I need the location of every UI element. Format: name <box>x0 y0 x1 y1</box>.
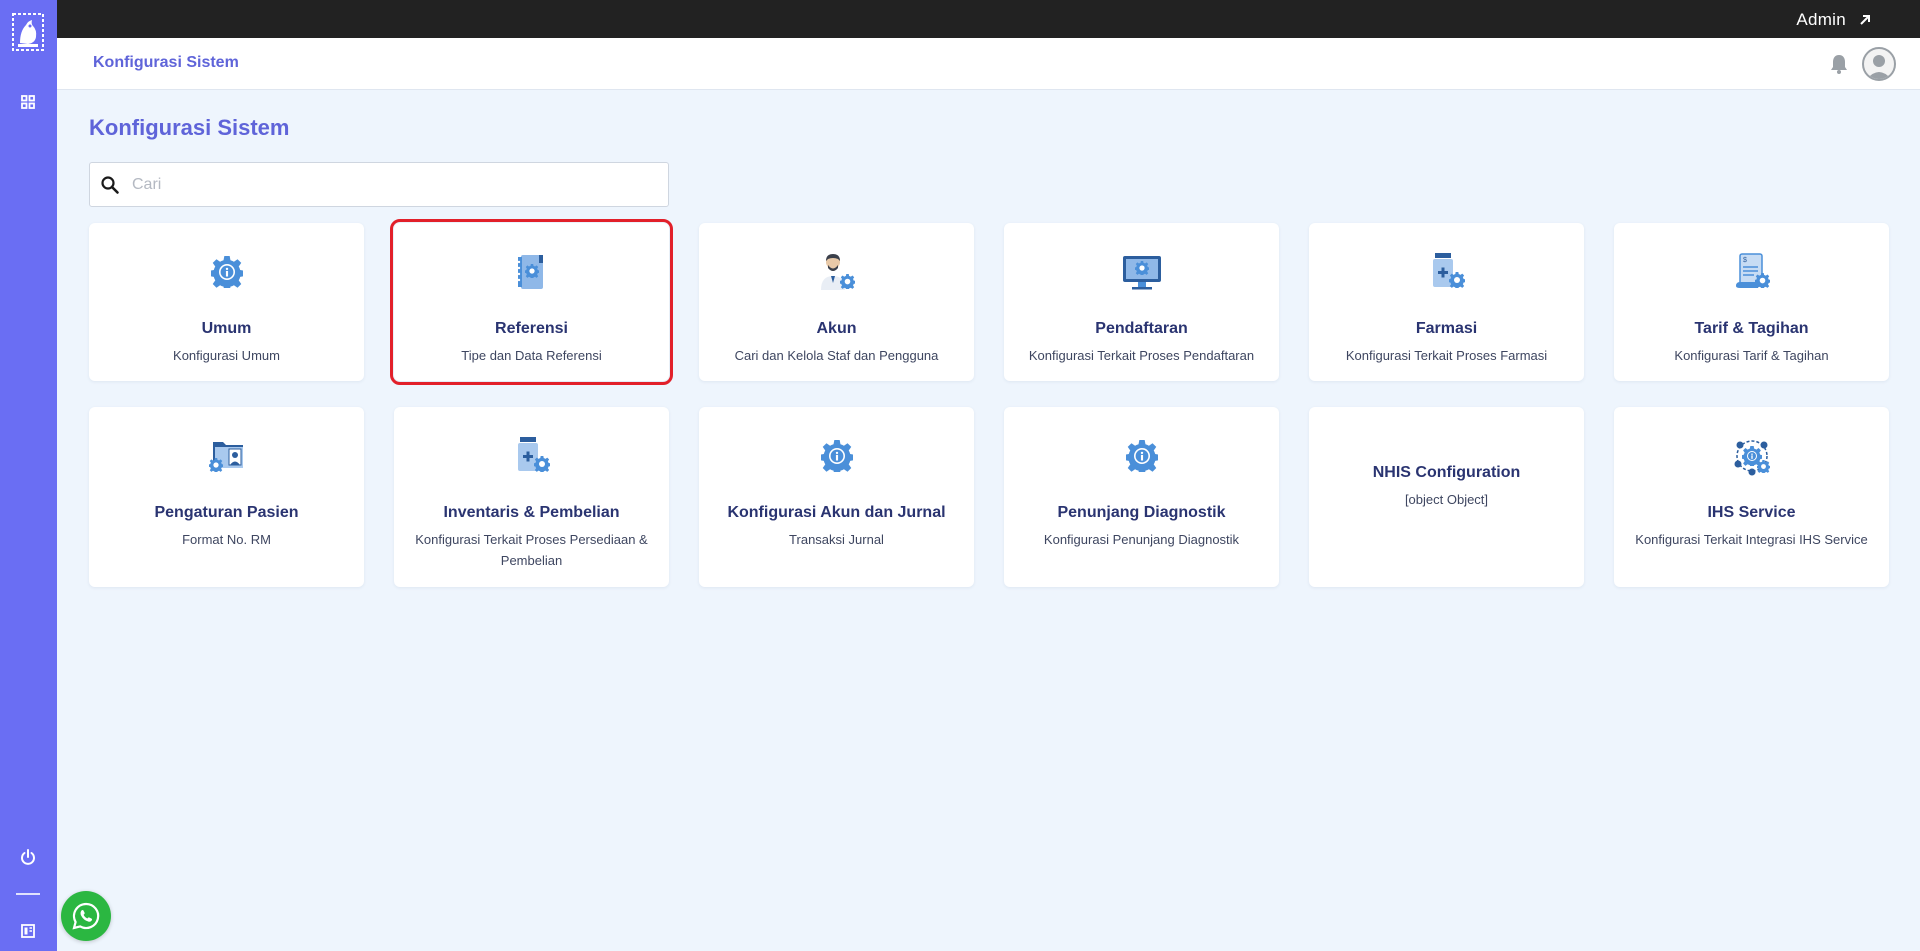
whatsapp-icon <box>72 902 100 930</box>
card-description: Konfigurasi Terkait Proses Farmasi <box>1345 348 1548 363</box>
card-tarif-tagihan[interactable]: $ Tarif & Tagihan Konfigurasi Tarif & Ta… <box>1614 223 1889 381</box>
book-gear-icon <box>517 255 543 289</box>
invoice-gear-icon: $ <box>1735 253 1770 288</box>
page-title: Konfigurasi Sistem <box>89 115 290 140</box>
card-title: IHS Service <box>1707 504 1796 521</box>
card-description: Format No. RM <box>182 532 271 547</box>
card-description: Konfigurasi Terkait Proses Persediaan & … <box>415 532 648 568</box>
user-avatar-icon <box>1867 55 1891 79</box>
card-nhis-configuration[interactable]: NHIS Configuration [object Object] <box>1309 407 1584 587</box>
search-icon <box>101 175 119 194</box>
card-title: Akun <box>816 320 857 337</box>
card-description: Konfigurasi Umum <box>173 348 280 363</box>
card-title: Penunjang Diagnostik <box>1057 504 1226 521</box>
card-title: Tarif & Tagihan <box>1694 320 1809 337</box>
sidebar-divider <box>16 893 40 895</box>
notification-bell-icon[interactable] <box>1828 53 1850 75</box>
card-title: Inventaris & Pembelian <box>443 504 620 521</box>
panel-layout-icon[interactable] <box>16 919 40 943</box>
avatar[interactable] <box>1862 47 1896 81</box>
breadcrumb[interactable]: Konfigurasi Sistem <box>93 54 239 72</box>
search-box[interactable] <box>89 162 669 207</box>
card-title: Farmasi <box>1415 320 1478 337</box>
card-inventaris-pembelian[interactable]: Inventaris & Pembelian Konfigurasi Terka… <box>394 407 669 587</box>
card-akun[interactable]: Akun Cari dan Kelola Staf dan Pengguna <box>699 223 974 381</box>
card-description: Konfigurasi Tarif & Tagihan <box>1674 348 1829 363</box>
card-umum[interactable]: Umum Konfigurasi Umum <box>89 223 364 381</box>
card-penunjang-diagnostik[interactable]: Penunjang Diagnostik Konfigurasi Penunja… <box>1004 407 1279 587</box>
card-description: Tipe dan Data Referensi <box>461 348 602 363</box>
top-bar: Admin <box>57 0 1920 38</box>
medicine-gear-icon <box>1432 253 1465 288</box>
card-pendaftaran[interactable]: Pendaftaran Konfigurasi Terkait Proses P… <box>1004 223 1279 381</box>
card-ihs-service[interactable]: IHS Service Konfigurasi Terkait Integras… <box>1614 407 1889 587</box>
card-description: Transaksi Jurnal <box>789 532 884 547</box>
whatsapp-chat-button[interactable] <box>61 891 111 941</box>
card-title: Umum <box>201 320 252 337</box>
app-logo-icon[interactable] <box>12 13 44 51</box>
user-menu[interactable]: Admin <box>1796 10 1872 30</box>
card-description: [object Object] <box>1404 492 1489 507</box>
card-description: Konfigurasi Terkait Proses Pendaftaran <box>1028 348 1255 363</box>
external-arrow-icon <box>1860 15 1870 25</box>
dashboard-grid-icon[interactable] <box>16 90 40 114</box>
card-title: NHIS Configuration <box>1372 464 1521 481</box>
network-gear-icon <box>1734 440 1770 476</box>
card-pengaturan-pasien[interactable]: Pengaturan Pasien Format No. RM <box>89 407 364 587</box>
card-konfigurasi-akun-jurnal[interactable]: Konfigurasi Akun dan Jurnal Transaksi Ju… <box>699 407 974 587</box>
user-name: Admin <box>1796 10 1846 29</box>
patient-folder-icon <box>208 442 243 472</box>
sidebar <box>0 0 57 951</box>
power-icon[interactable] <box>16 845 40 869</box>
gear-info-icon <box>820 440 853 472</box>
medicine-gear-icon <box>517 437 550 472</box>
card-title: Konfigurasi Akun dan Jurnal <box>727 504 946 521</box>
card-title: Referensi <box>495 320 568 337</box>
card-description: Konfigurasi Penunjang Diagnostik <box>1043 532 1240 547</box>
card-referensi[interactable]: Referensi Tipe dan Data Referensi <box>390 219 673 385</box>
card-farmasi[interactable]: Farmasi Konfigurasi Terkait Proses Farma… <box>1309 223 1584 381</box>
gear-info-icon <box>210 256 243 288</box>
svg-text:$: $ <box>1743 257 1747 264</box>
gear-info-icon <box>1125 440 1158 472</box>
card-title: Pengaturan Pasien <box>154 504 299 521</box>
card-description: Konfigurasi Terkait Integrasi IHS Servic… <box>1635 532 1868 547</box>
monitor-gear-icon <box>1122 256 1161 290</box>
search-input[interactable] <box>132 175 652 194</box>
card-title: Pendaftaran <box>1095 320 1188 337</box>
user-gear-icon <box>820 254 855 290</box>
card-description: Cari dan Kelola Staf dan Pengguna <box>734 348 939 363</box>
header-bar: Konfigurasi Sistem <box>57 38 1920 90</box>
